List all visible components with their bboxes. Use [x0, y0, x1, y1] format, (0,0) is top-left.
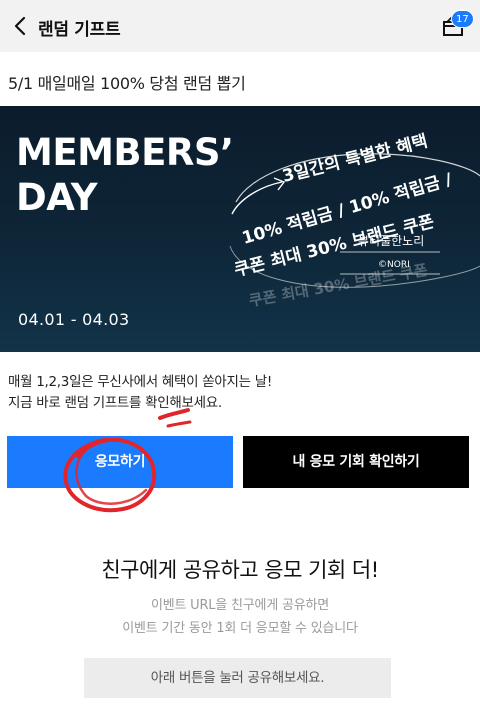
brand-sub: ©NORI — [378, 260, 410, 270]
brand-name: 뷰티풀한노리 — [358, 234, 424, 248]
event-banner: 3일간의 특별한 혜택 10% 적립금 / 10% 적립금 / 쿠폰 최대 30… — [0, 106, 480, 352]
event-title: 5/1 매일매일 100% 당첨 랜덤 뽑기 — [8, 74, 246, 93]
description-line1: 매월 1,2,3일은 무신사에서 혜택이 쏟아지는 날! — [8, 374, 272, 390]
apply-button[interactable]: 응모하기 — [7, 436, 233, 488]
page-title: 랜덤 기프트 — [38, 20, 121, 40]
chevron-left-icon[interactable] — [10, 13, 32, 39]
banner-heading: MEMBERS’ DAY — [16, 130, 234, 220]
share-subtitle: 이벤트 URL을 친구에게 공유하면 이벤트 기간 동안 1회 더 응모할 수 … — [0, 594, 480, 640]
banner-heading-line1: MEMBERS’ — [16, 131, 234, 174]
ring-text-1: 3일간의 특별한 혜택 — [280, 131, 429, 186]
banner-heading-line2: DAY — [16, 176, 98, 219]
share-title: 친구에게 공유하고 응모 기회 더! — [101, 558, 379, 582]
share-subtitle-line2: 이벤트 기간 동안 1회 더 응모할 수 있습니다 — [122, 621, 358, 636]
event-date-range: 04.01 - 04.03 — [18, 310, 130, 329]
check-chances-button[interactable]: 내 응모 기회 확인하기 — [243, 436, 469, 488]
event-description: 매월 1,2,3일은 무신사에서 혜택이 쏟아지는 날! 지금 바로 랜덤 기프… — [8, 372, 272, 414]
share-subtitle-line1: 이벤트 URL을 친구에게 공유하면 — [150, 598, 330, 613]
top-bar: 랜덤 기프트 17 — [0, 0, 480, 52]
description-line2: 지금 바로 랜덤 기프트를 확인해보세요. — [8, 395, 222, 411]
notification-badge: 17 — [451, 10, 474, 28]
gift-box-button[interactable]: 17 — [440, 10, 474, 42]
share-button[interactable]: 아래 버튼을 눌러 공유해보세요. — [84, 658, 391, 698]
